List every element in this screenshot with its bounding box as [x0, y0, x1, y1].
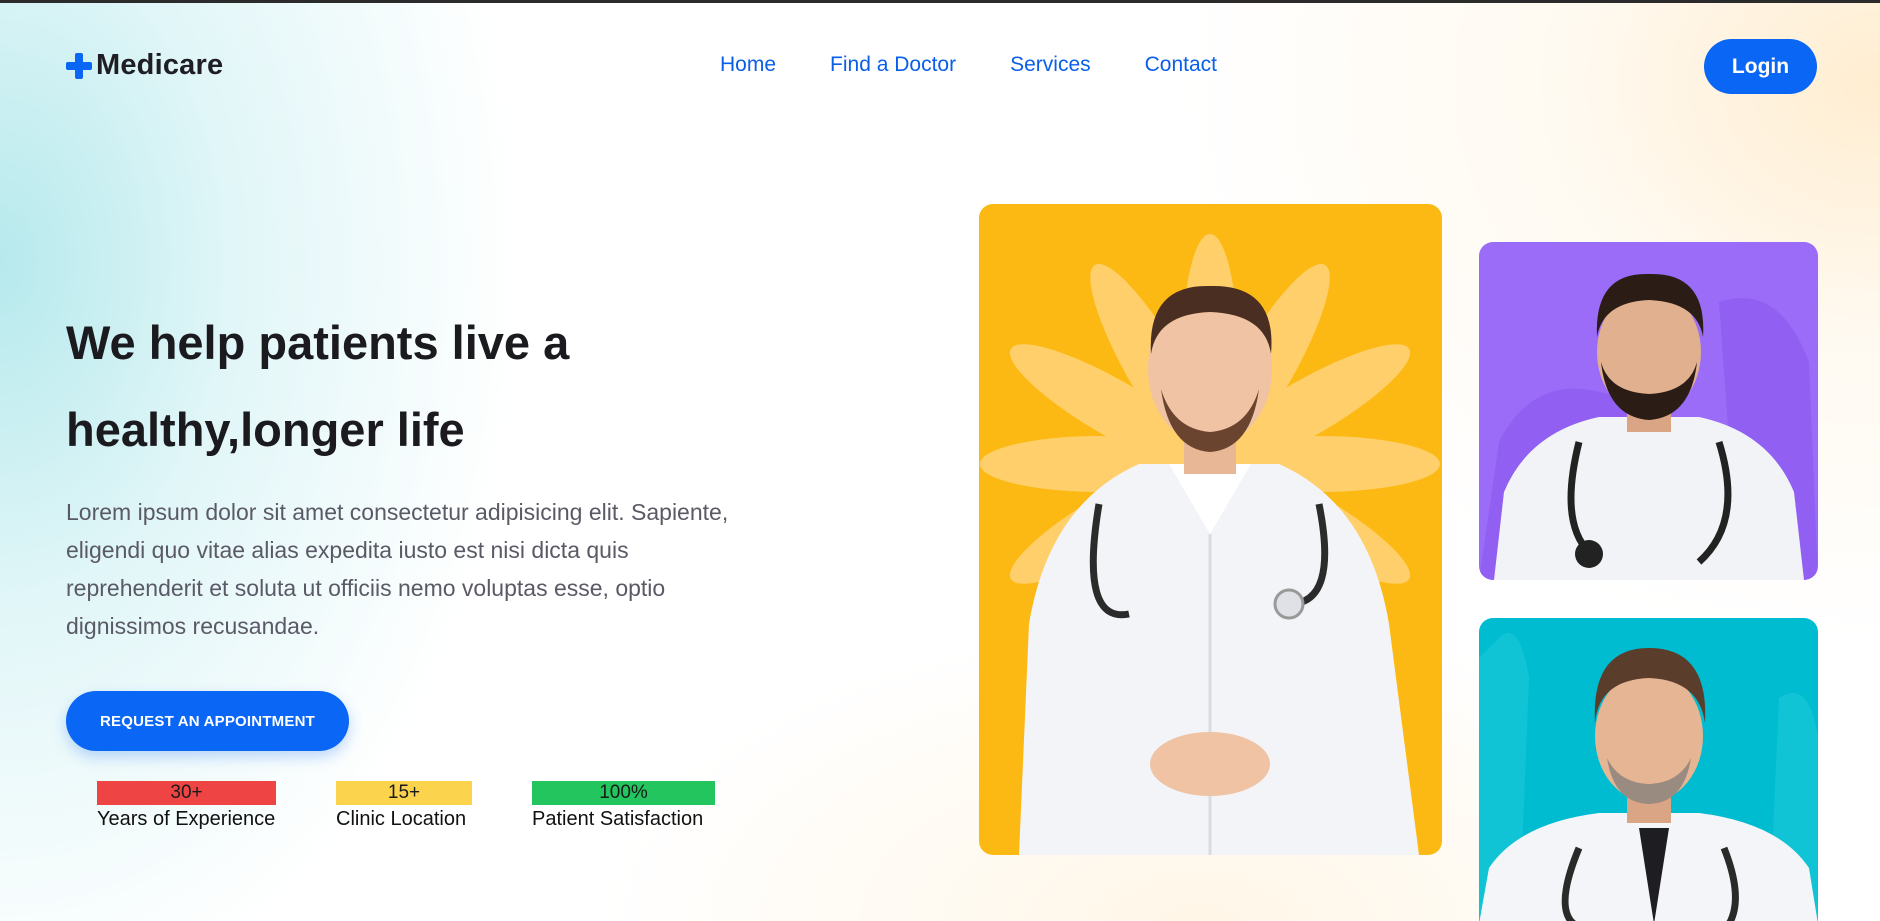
main-nav: Home Find a Doctor Services Contact: [720, 53, 1217, 77]
hero-title-line-1: We help patients live a: [66, 316, 570, 369]
stat-clinic-location: 15+ Clinic Location: [336, 781, 472, 831]
stat-value: 15+: [336, 781, 472, 805]
hero-title-line-2: healthy,longer life: [66, 403, 465, 456]
hero-title: We help patients live a healthy,longer l…: [66, 299, 786, 473]
nav-services[interactable]: Services: [1010, 53, 1091, 77]
nav-contact[interactable]: Contact: [1145, 53, 1217, 77]
stat-value: 100%: [532, 781, 715, 805]
stat-years-experience: 30+ Years of Experience: [97, 781, 276, 831]
brand-name: Medicare: [96, 49, 224, 81]
brand-logo[interactable]: Medicare: [66, 49, 223, 82]
doctor-card-teal: [1479, 618, 1818, 921]
plus-cross-icon: [66, 52, 92, 79]
stat-patient-satisfaction: 100% Patient Satisfaction: [532, 781, 715, 831]
doctor-card-featured: [979, 204, 1442, 855]
nav-find-a-doctor[interactable]: Find a Doctor: [830, 53, 956, 77]
nav-home[interactable]: Home: [720, 53, 776, 77]
stat-label: Years of Experience: [97, 808, 276, 830]
stat-label: Clinic Location: [336, 808, 467, 830]
request-appointment-button[interactable]: REQUEST AN APPOINTMENT: [66, 691, 349, 751]
navbar: Medicare Home Find a Doctor Services Con…: [0, 3, 1880, 129]
hero-description: Lorem ipsum dolor sit amet consectetur a…: [66, 499, 729, 639]
stat-label: Patient Satisfaction: [532, 808, 704, 830]
doctor-photo: [980, 234, 1440, 855]
doctor-photo: [1479, 633, 1818, 921]
doctor-photo: [1479, 273, 1818, 580]
login-button[interactable]: Login: [1704, 39, 1817, 94]
doctor-card-purple: [1479, 242, 1818, 580]
stat-value: 30+: [97, 781, 276, 805]
